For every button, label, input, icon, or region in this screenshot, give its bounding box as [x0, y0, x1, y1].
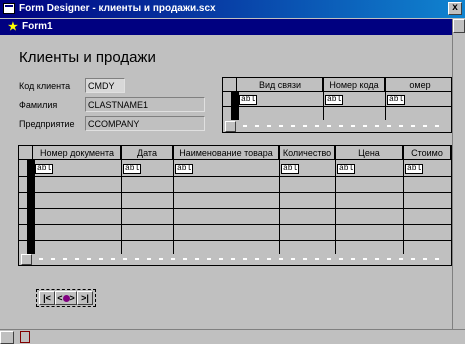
label-surname: Фамилия: [19, 100, 58, 110]
sales-grid-hscroll[interactable]: [21, 254, 451, 265]
first-record-button[interactable]: |<: [39, 291, 55, 305]
col-header-number[interactable]: омер: [385, 78, 451, 92]
col-header-price[interactable]: Цена: [335, 146, 403, 160]
textbox-icon: abl: [281, 164, 300, 174]
label-company: Предприятие: [19, 119, 75, 129]
form-star-icon: ★: [8, 21, 18, 33]
scroll-up-button[interactable]: [453, 19, 465, 33]
form-tab[interactable]: ★ Form1: [0, 19, 452, 35]
scroll-position-marker: [20, 331, 30, 343]
prev-label: <: [57, 293, 63, 303]
label-client-code: Код клиента: [19, 81, 71, 91]
next-label: >: [69, 293, 75, 303]
textbox-icon: abl: [239, 95, 258, 105]
company-field[interactable]: CCOMPANY: [85, 116, 205, 131]
grid-corner: [19, 146, 33, 160]
col-header-code-number[interactable]: Номер кода: [323, 78, 385, 92]
textbox-icon: abl: [325, 95, 344, 105]
textbox-icon: abl: [35, 164, 54, 174]
client-code-field[interactable]: CMDY: [85, 78, 125, 93]
col-header-date[interactable]: Дата: [121, 146, 173, 160]
scroll-thumb[interactable]: [225, 121, 236, 132]
window-title: Form Designer - клиенты и продажи.scx: [19, 3, 216, 14]
col-header-contact-type[interactable]: Вид связи: [237, 78, 323, 92]
scroll-thumb[interactable]: [21, 254, 32, 265]
textbox-icon: abl: [337, 164, 356, 174]
position-dot-icon: [62, 295, 70, 303]
textbox-icon: abl: [405, 164, 424, 174]
col-header-cost[interactable]: Стоимо: [403, 146, 451, 160]
textbox-icon: abl: [123, 164, 142, 174]
sales-grid[interactable]: Номер документа Дата Наименование товара…: [18, 145, 452, 266]
grid-corner: [223, 78, 237, 92]
prev-next-button[interactable]: < >: [55, 291, 77, 305]
close-button[interactable]: x: [448, 2, 462, 15]
form-tab-label: Form1: [22, 21, 53, 32]
form-designer-icon: [3, 3, 15, 14]
form-heading: Клиенты и продажи: [19, 49, 156, 66]
textbox-icon: abl: [387, 95, 406, 105]
form-canvas[interactable]: Клиенты и продажи Код клиента CMDY Фамил…: [0, 35, 452, 328]
scroll-left-button[interactable]: [0, 331, 14, 344]
last-record-button[interactable]: >|: [77, 291, 93, 305]
col-header-document-number[interactable]: Номер документа: [33, 146, 121, 160]
horizontal-scrollbar[interactable]: [0, 329, 465, 344]
contacts-grid[interactable]: Вид связи Номер кода омер abl abl abl: [222, 77, 452, 133]
col-header-product-name[interactable]: Наименование товара: [173, 146, 279, 160]
col-header-quantity[interactable]: Количество: [279, 146, 335, 160]
window-titlebar: Form Designer - клиенты и продажи.scx x: [0, 0, 465, 18]
vertical-scrollbar[interactable]: [452, 19, 465, 329]
textbox-icon: abl: [175, 164, 194, 174]
record-navigator[interactable]: |< < > >|: [36, 289, 96, 307]
surname-field[interactable]: CLASTNAME1: [85, 97, 205, 112]
contacts-grid-hscroll[interactable]: [225, 121, 451, 132]
